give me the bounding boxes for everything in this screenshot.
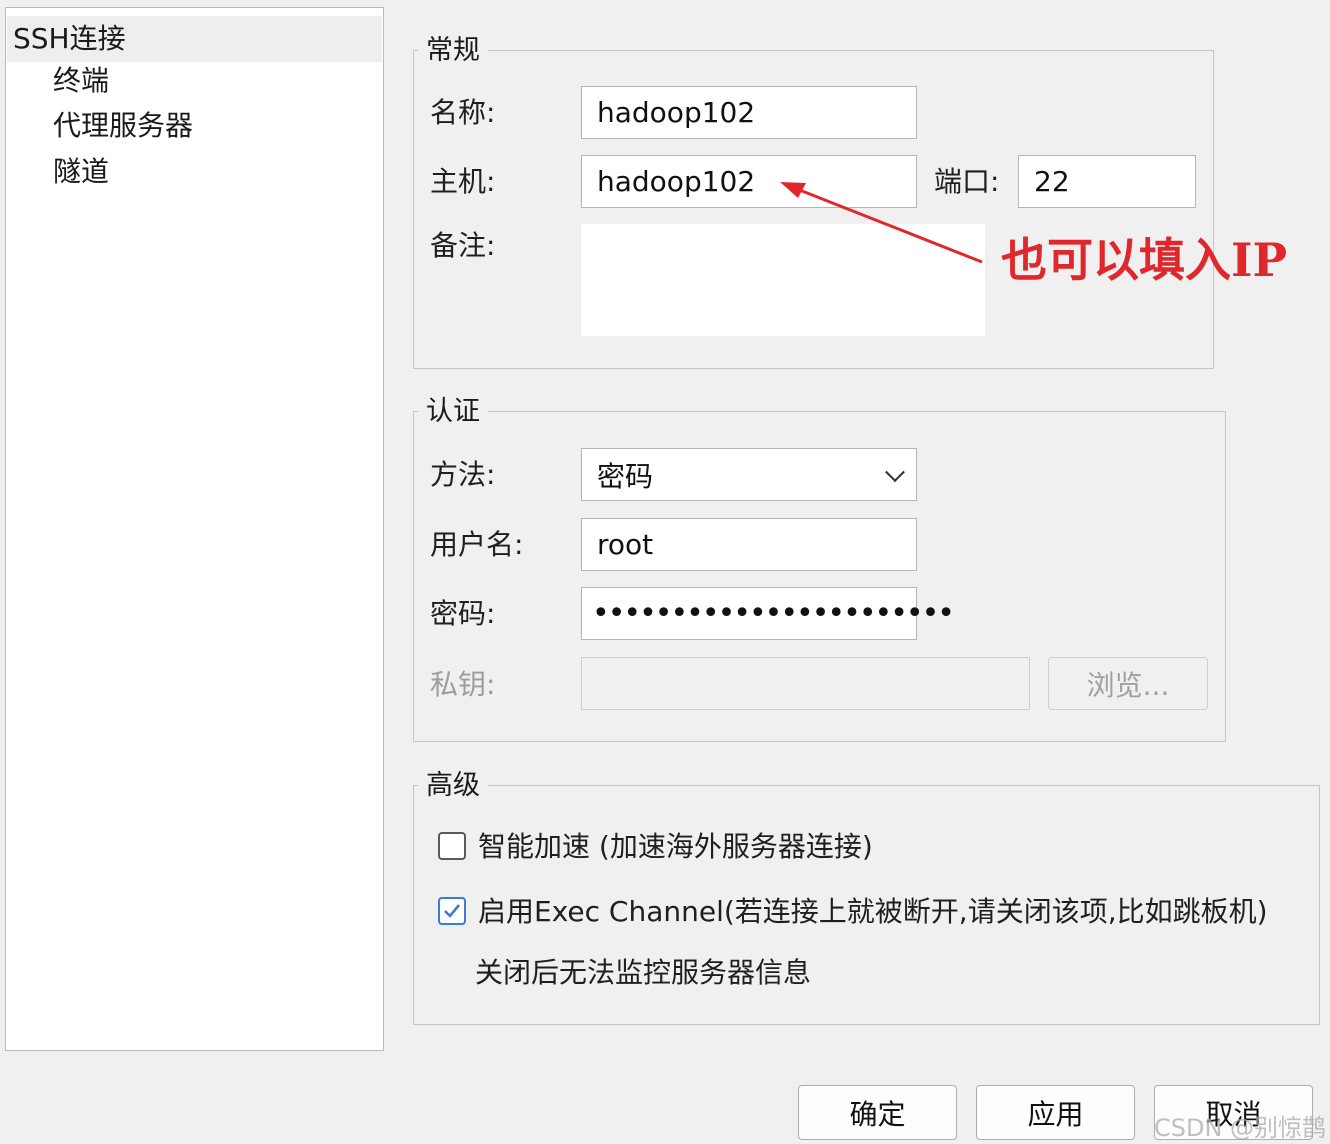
auth-method-value: 密码	[597, 459, 654, 493]
auth-legend: 认证	[418, 394, 488, 430]
apply-button[interactable]: 应用	[976, 1085, 1135, 1140]
note-label: 备注:	[430, 229, 496, 262]
port-input[interactable]: 22	[1018, 155, 1196, 208]
name-input[interactable]: hadoop102	[581, 86, 917, 139]
ok-button[interactable]: 确定	[798, 1085, 957, 1140]
chevron-down-icon	[885, 461, 905, 482]
checkmark-icon	[444, 904, 461, 918]
exec-channel-note: 关闭后无法监控服务器信息	[475, 956, 812, 989]
private-key-label: 私钥:	[430, 668, 496, 701]
method-label: 方法:	[430, 458, 496, 491]
annotation-note: 也可以填入IP	[1001, 233, 1288, 287]
smart-accel-checkbox[interactable]	[438, 832, 466, 860]
username-label: 用户名:	[430, 528, 524, 561]
name-label: 名称:	[430, 96, 496, 129]
general-legend: 常规	[418, 33, 488, 69]
private-key-input[interactable]	[581, 657, 1030, 710]
host-label: 主机:	[430, 165, 496, 198]
auth-method-select[interactable]: 密码	[581, 448, 917, 501]
smart-accel-label[interactable]: 智能加速 (加速海外服务器连接)	[478, 829, 873, 865]
tree-item-proxy[interactable]: 代理服务器	[53, 106, 193, 146]
annotation-arrow-icon	[780, 182, 983, 264]
settings-nav-tree: SSH连接 终端 代理服务器 隧道	[5, 7, 384, 1051]
exec-channel-label[interactable]: 启用Exec Channel(若连接上就被断开,请关闭该项,比如跳板机)	[478, 894, 1268, 930]
tree-item-tunnel[interactable]: 隧道	[53, 152, 109, 192]
browse-button[interactable]: 浏览...	[1048, 657, 1208, 710]
username-input[interactable]: root	[581, 518, 917, 571]
password-input[interactable]: •••••••••••••••••••••••	[581, 587, 955, 640]
tree-item-terminal[interactable]: 终端	[53, 61, 109, 101]
watermark: CSDN @别惊鹊	[1154, 1114, 1327, 1142]
exec-channel-checkbox[interactable]	[438, 897, 466, 925]
tree-item-ssh[interactable]: SSH连接	[7, 16, 382, 62]
advanced-legend: 高级	[418, 768, 488, 804]
password-label: 密码:	[430, 597, 496, 630]
